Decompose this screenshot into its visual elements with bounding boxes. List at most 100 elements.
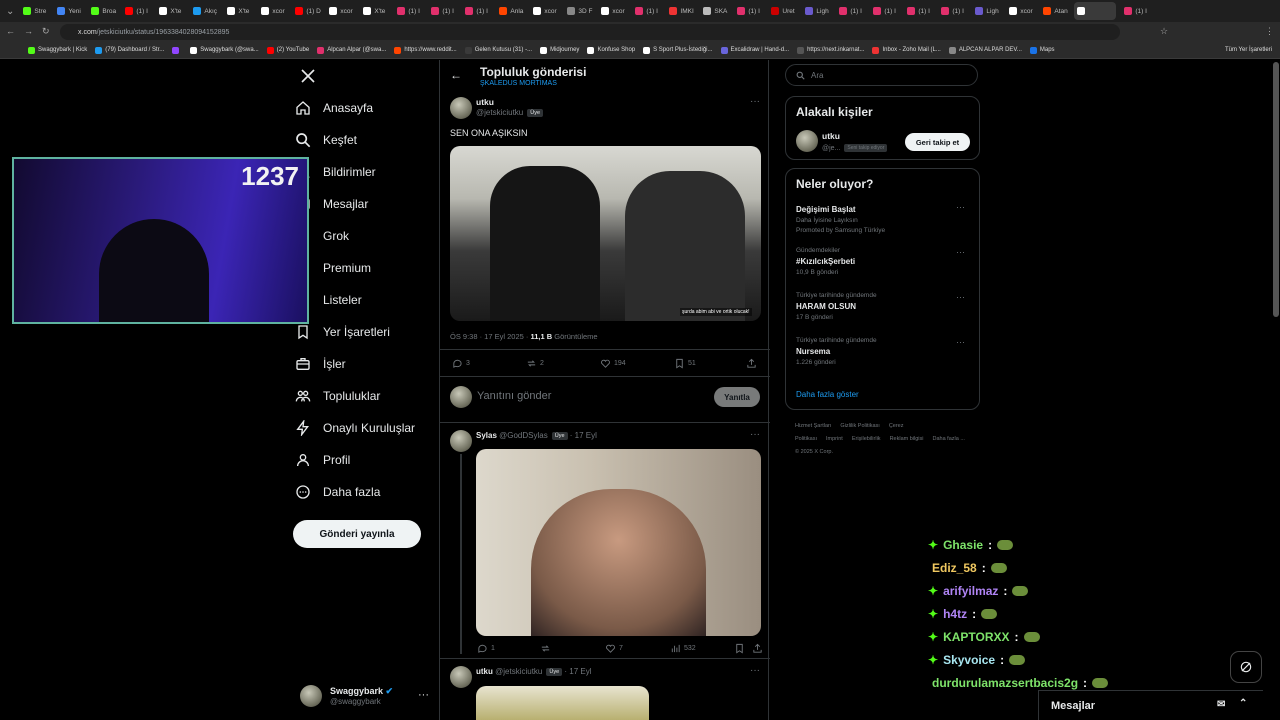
follow-back-button[interactable]: Geri takip et	[905, 133, 970, 151]
reload-icon[interactable]: ↻	[42, 26, 50, 37]
browser-tab[interactable]: SKA	[700, 2, 729, 20]
nav-item[interactable]: Onaylı Kuruluşlar	[295, 420, 415, 436]
post-avatar[interactable]	[450, 97, 472, 119]
reply1-more-icon[interactable]: ···	[750, 429, 760, 440]
reply2-more-icon[interactable]: ···	[750, 665, 760, 676]
browser-tab[interactable]: Yeni	[54, 2, 83, 20]
post-more-icon[interactable]: ···	[750, 96, 760, 107]
reply2-handle[interactable]: @jetskiciutku	[495, 667, 542, 676]
show-more-link[interactable]: Daha fazla göster	[796, 390, 859, 399]
browser-tab[interactable]: Akıç	[190, 2, 219, 20]
browser-tab[interactable]: IMKI	[666, 2, 695, 20]
messages-drawer[interactable]: Mesajlar ✉ ⌃	[1038, 690, 1263, 720]
back-arrow-icon[interactable]: ←	[450, 68, 462, 82]
reply2-avatar[interactable]	[450, 666, 472, 688]
bookmark-item[interactable]: https://www.reddit...	[394, 46, 457, 54]
bookmark-item[interactable]: Swaggybark | Kick	[28, 46, 87, 54]
browser-tab[interactable]: (1) I	[428, 2, 457, 20]
nav-item[interactable]: Topluluklar	[295, 388, 380, 404]
browser-tab[interactable]: (1) I	[122, 2, 151, 20]
browser-tab[interactable]: Atan	[1040, 2, 1069, 20]
reply-button[interactable]: Yanıtla	[714, 387, 760, 407]
browser-tab[interactable]: Broa	[88, 2, 117, 20]
related-name[interactable]: utku	[822, 131, 840, 141]
browser-tab[interactable]: Uret	[768, 2, 797, 20]
bookmark-star-icon[interactable]: ☆	[1160, 26, 1168, 37]
browser-tab[interactable]: (1) I	[394, 2, 423, 20]
related-handle[interactable]: @je...	[822, 145, 840, 152]
search-box[interactable]: Ara	[785, 64, 978, 86]
trend-item[interactable]: Türkiye tarihinde gündemde HARAM OLSUN 17 …	[796, 292, 971, 321]
reply-input[interactable]: Yanıtını gönder	[477, 390, 551, 402]
community-name[interactable]: ŞKALEDUS MORTİMAS	[480, 80, 557, 87]
forward-icon[interactable]: →	[24, 26, 33, 36]
browser-tab[interactable]: xcor	[258, 2, 287, 20]
browser-tab[interactable]: (1) I	[870, 2, 899, 20]
bookmark-item[interactable]: ALPCAN ALPAR DEV...	[948, 46, 1022, 54]
nav-item[interactable]: Profil	[295, 452, 350, 468]
grok-button[interactable]	[1230, 651, 1262, 683]
nav-item[interactable]: İşler	[295, 356, 346, 372]
expand-icon[interactable]: ⌃	[1239, 698, 1247, 709]
bookmark-item[interactable]: Midjourney	[540, 46, 579, 54]
post-time[interactable]: ÖS 9:38 · 17 Eyl 2025 ·	[450, 332, 530, 341]
browser-tab[interactable]: Ligh	[972, 2, 1001, 20]
footer-link[interactable]: Imprint	[826, 436, 843, 442]
browser-tab[interactable]: Ligh	[802, 2, 831, 20]
post-author-handle[interactable]: @jetskiciutku	[476, 108, 523, 117]
trend-item[interactable]: Değişimi Başlat Daha İyisine Layıksın Prom…	[796, 202, 971, 234]
repost-action[interactable]: 2	[526, 358, 544, 369]
scrollbar[interactable]	[1273, 62, 1279, 317]
browser-tab[interactable]: X'te	[156, 2, 185, 20]
reply1-reply-action[interactable]: 1	[477, 643, 495, 654]
reply1-like-action[interactable]: 7	[605, 643, 623, 654]
browser-tab[interactable]: xcor	[326, 2, 355, 20]
browser-tab[interactable]: (1) I	[632, 2, 661, 20]
browser-tab[interactable]: (1) D	[292, 2, 321, 20]
bookmark-item[interactable]: (2) YouTube	[266, 46, 309, 54]
trend-item[interactable]: Türkiye tarihinde gündemde Nursema 1.226 g…	[796, 337, 971, 366]
nav-item[interactable]: Anasayfa	[295, 100, 373, 116]
browser-tab[interactable]: X'te	[224, 2, 253, 20]
browser-tab[interactable]: (1) I	[734, 2, 763, 20]
share-action[interactable]	[746, 358, 757, 369]
x-logo-icon[interactable]	[300, 68, 316, 84]
browser-tab[interactable]: Anla	[496, 2, 525, 20]
trend-more-icon[interactable]: ···	[956, 247, 965, 257]
bookmark-action[interactable]: 51	[674, 358, 696, 369]
footer-link[interactable]: Erişilebilirlik	[852, 436, 881, 442]
more-icon[interactable]: ···	[418, 689, 429, 701]
browser-tab[interactable]: xcor	[530, 2, 559, 20]
bookmark-item[interactable]: https://next.inkarnat...	[797, 46, 864, 54]
browser-tab[interactable]: 3D F	[564, 2, 593, 20]
like-action[interactable]: 194	[600, 358, 626, 369]
reply1-views-action[interactable]: 532	[670, 643, 696, 654]
trend-more-icon[interactable]: ···	[956, 202, 965, 212]
url-field[interactable]: x.com/jetskiciutku/status/19633840280941…	[60, 24, 1120, 40]
bookmark-item[interactable]: Swaggybark (@swa...	[190, 46, 259, 54]
post-video[interactable]: şurda abim abi ve ortik olucak!	[450, 146, 761, 321]
reply1-time[interactable]: · 17 Eyl	[570, 431, 597, 440]
browser-tab[interactable]: (1) I	[938, 2, 967, 20]
browser-tab[interactable]: xcor	[598, 2, 627, 20]
browser-tab[interactable]: X'te	[360, 2, 389, 20]
bookmark-item[interactable]: S Sport Plus-İstediği...	[643, 46, 713, 54]
bookmark-item[interactable]: Inbox - Zoho Mail (L...	[872, 46, 941, 54]
reply1-name[interactable]: Sylas	[476, 431, 497, 440]
search-input[interactable]: Ara	[811, 71, 823, 80]
reply1-video[interactable]	[476, 449, 761, 636]
bookmark-item[interactable]: Konfuse Shop	[587, 46, 635, 54]
back-icon[interactable]: ←	[6, 26, 15, 36]
menu-icon[interactable]: ⋮	[1265, 26, 1274, 37]
reply1-handle[interactable]: @GodDSylas	[499, 431, 548, 440]
browser-tab[interactable]: (1) I	[836, 2, 865, 20]
trend-more-icon[interactable]: ···	[956, 337, 965, 347]
post-author-name[interactable]: utku	[476, 97, 494, 107]
trend-more-icon[interactable]: ···	[956, 292, 965, 302]
browser-tab[interactable]	[1074, 2, 1117, 20]
post-button[interactable]: Gönderi yayınla	[293, 520, 421, 548]
all-bookmarks[interactable]: Tüm Yer İşaretleri	[1225, 47, 1272, 53]
bookmark-item[interactable]: Alpcan Alpar (@swa...	[317, 46, 386, 54]
browser-tab[interactable]: Stre	[20, 2, 49, 20]
reply2-time[interactable]: · 17 Eyl	[564, 667, 591, 676]
